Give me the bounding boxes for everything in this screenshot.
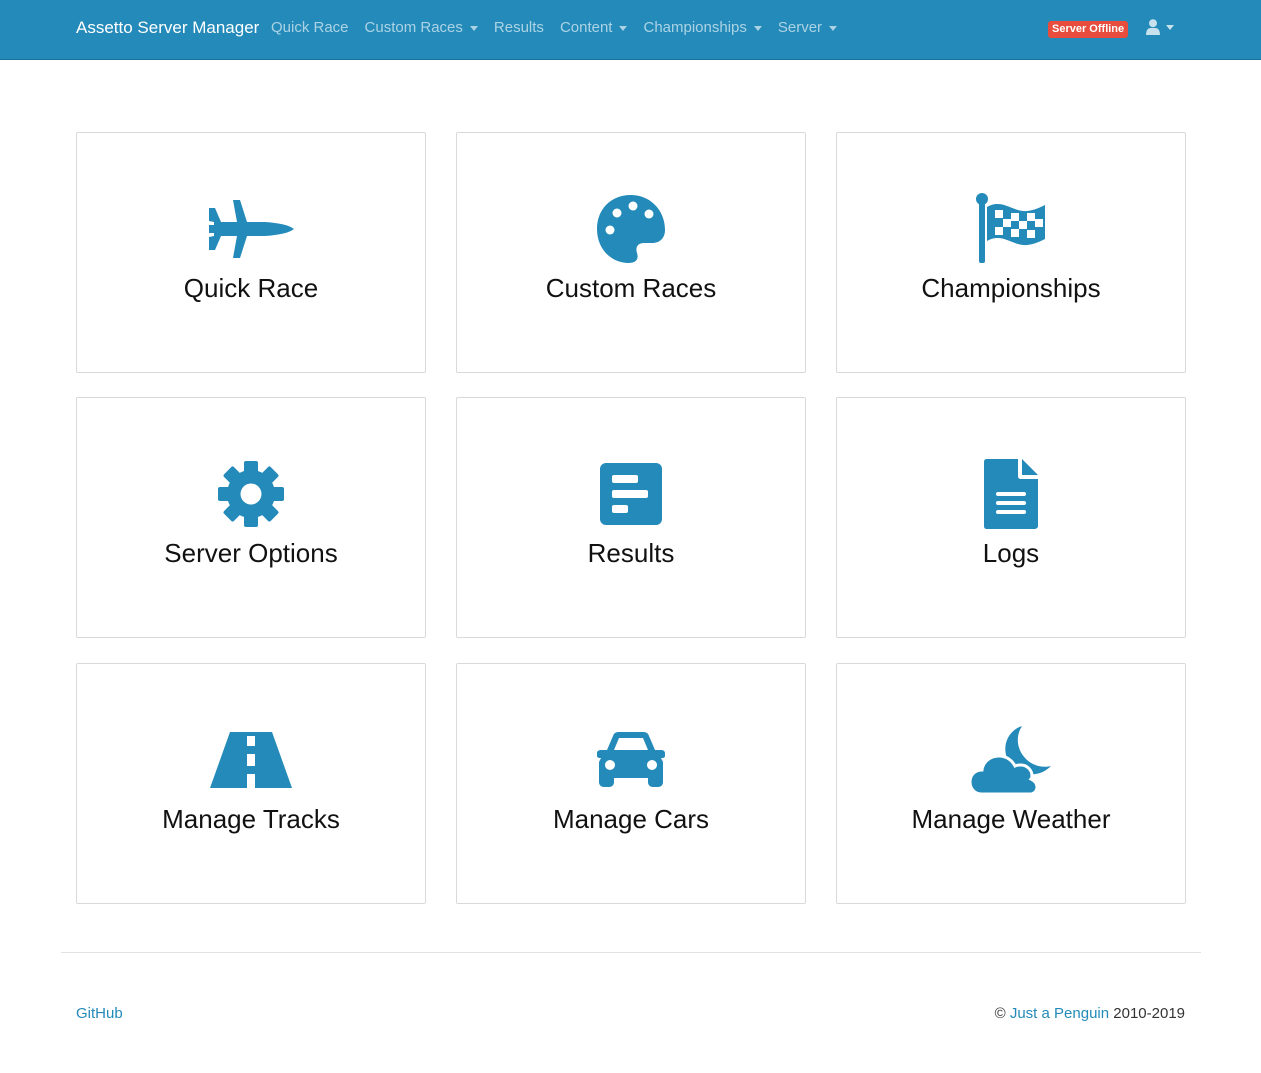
nav-link-server[interactable]: Server: [777, 19, 838, 36]
nav-link-content[interactable]: Content: [560, 19, 628, 36]
gear-icon: [201, 456, 301, 532]
file-alt-icon: [961, 456, 1061, 532]
fighter-jet-icon: [201, 191, 301, 267]
card-title: Results: [587, 538, 675, 568]
cloud-moon-icon: [961, 722, 1061, 798]
github-link[interactable]: GitHub: [76, 1005, 123, 1022]
card-title: Custom Races: [545, 273, 717, 303]
caret-down-icon: [1166, 25, 1174, 30]
card-logs[interactable]: Logs: [836, 397, 1186, 638]
card-results[interactable]: Results: [456, 397, 806, 638]
server-status-badge: Server Offline: [1048, 21, 1129, 38]
poll-icon: [581, 456, 681, 532]
card-championships[interactable]: Championships: [836, 132, 1186, 373]
palette-icon: [581, 191, 681, 267]
nav-link-label: Quick Race: [271, 19, 349, 36]
car-icon: [581, 722, 681, 798]
nav-link-label: Content: [559, 19, 613, 36]
nav-link-custom-races[interactable]: Custom Races: [365, 19, 478, 36]
copyright: © Just a Penguin 2010-2019: [995, 1005, 1185, 1022]
card-custom-races[interactable]: Custom Races: [456, 132, 806, 373]
caret-down-icon: [619, 25, 628, 31]
card-title: Championships: [921, 273, 1101, 303]
card-title: Manage Weather: [911, 804, 1111, 834]
navbar: Assetto Server Manager Quick Race Custom…: [0, 0, 1261, 60]
nav-link-label: Championships: [643, 19, 747, 36]
road-icon: [201, 722, 301, 798]
card-title: Server Options: [164, 538, 338, 568]
caret-down-icon: [753, 25, 762, 31]
card-title: Quick Race: [183, 273, 319, 303]
card-server-options[interactable]: Server Options: [76, 397, 426, 638]
nav-link-quick-race[interactable]: Quick Race: [271, 19, 349, 36]
card-title: Logs: [982, 538, 1040, 568]
author-link[interactable]: Just a Penguin: [1010, 1005, 1109, 1022]
user-icon: [1146, 19, 1160, 35]
card-title: Manage Cars: [552, 804, 710, 834]
checkered-flag-icon: [961, 191, 1061, 267]
nav-link-results[interactable]: Results: [494, 19, 544, 36]
card-manage-cars[interactable]: Manage Cars: [456, 663, 806, 904]
footer-divider: [61, 952, 1201, 953]
card-quick-race[interactable]: Quick Race: [76, 132, 426, 373]
caret-down-icon: [469, 25, 478, 31]
copyright-symbol: ©: [994, 1005, 1006, 1022]
nav-link-label: Results: [493, 19, 544, 36]
nav-link-label: Server: [777, 19, 823, 36]
nav-link-championships[interactable]: Championships: [643, 19, 762, 36]
card-title: Manage Tracks: [162, 804, 340, 834]
brand-link[interactable]: Assetto Server Manager: [76, 18, 259, 38]
caret-down-icon: [829, 25, 838, 31]
user-menu[interactable]: [1146, 19, 1174, 35]
nav-links: Quick Race Custom Races Results Content …: [271, 19, 853, 36]
nav-link-label: Custom Races: [364, 19, 463, 36]
copyright-years: 2010-2019: [1113, 1005, 1185, 1022]
card-manage-weather[interactable]: Manage Weather: [836, 663, 1186, 904]
card-manage-tracks[interactable]: Manage Tracks: [76, 663, 426, 904]
